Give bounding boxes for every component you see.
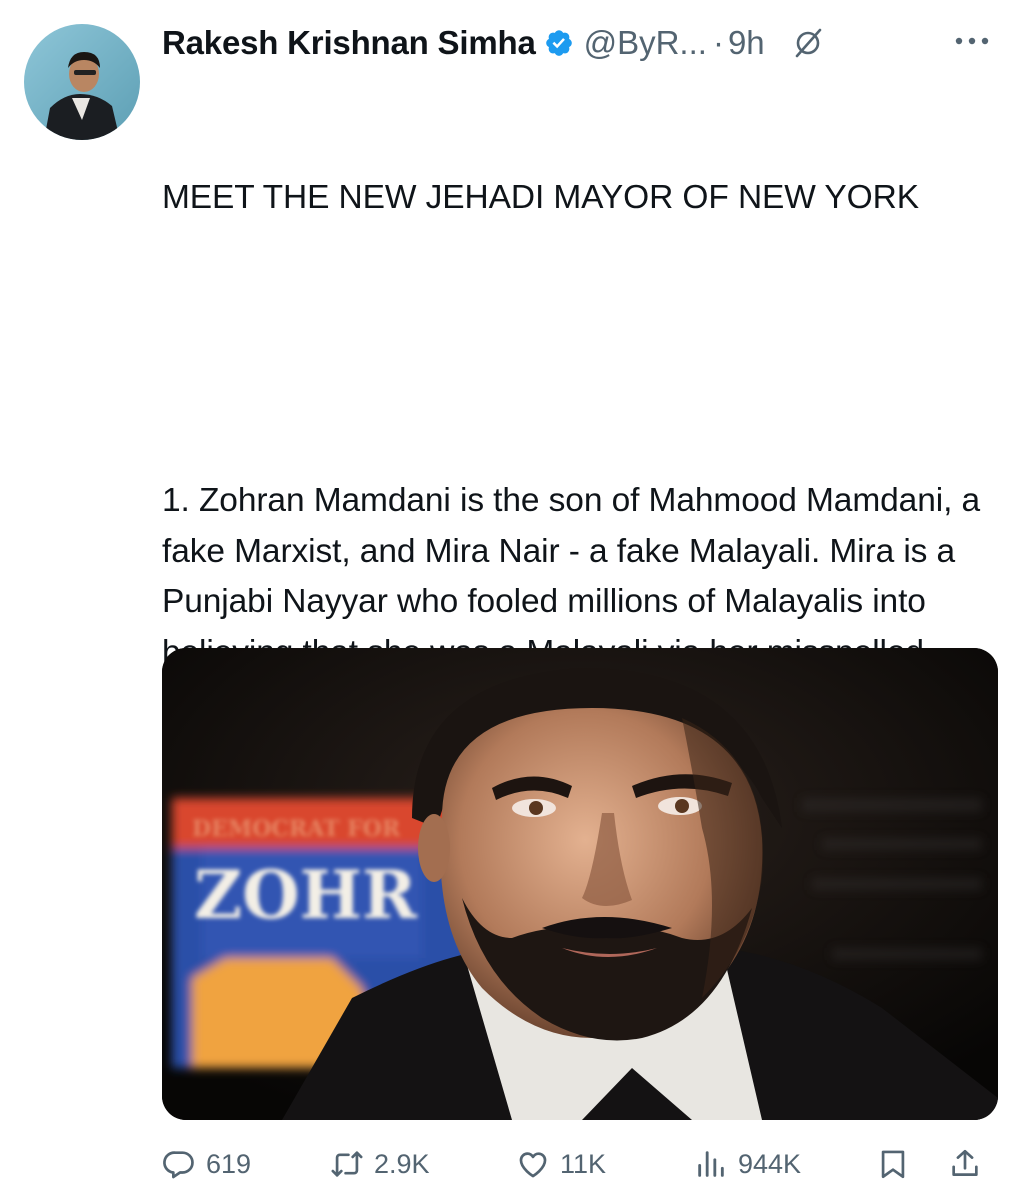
heart-icon xyxy=(519,1152,547,1178)
reply-icon xyxy=(163,1151,194,1179)
tweet-header: Rakesh Krishnan Simha @ByR... · 9h xyxy=(162,20,823,66)
views-button[interactable]: 944K xyxy=(694,1140,801,1188)
bookmark-button[interactable] xyxy=(876,1140,910,1188)
retweet-icon xyxy=(331,1151,363,1177)
retweet-count: 2.9K xyxy=(374,1148,430,1179)
bookmark-icon xyxy=(881,1150,905,1179)
handle[interactable]: @ByR... xyxy=(584,24,707,62)
display-name[interactable]: Rakesh Krishnan Simha xyxy=(162,24,536,62)
reply-count: 619 xyxy=(206,1148,252,1179)
views-count: 944K xyxy=(738,1148,802,1179)
retweet-button[interactable]: 2.9K xyxy=(330,1140,430,1188)
avatar[interactable] xyxy=(24,24,140,140)
tweet-headline: MEET THE NEW JEHADI MAYOR OF NEW YORK xyxy=(162,179,919,216)
tweet-media-image[interactable]: DEMOCRAT FOR ZOHR xyxy=(162,648,998,1120)
analytics-icon xyxy=(698,1151,724,1177)
sign-text: ZOHR xyxy=(194,856,418,934)
more-icon[interactable] xyxy=(950,34,994,48)
tweet-spacer: ​ xyxy=(162,325,1007,376)
reply-button[interactable]: 619 xyxy=(162,1140,251,1188)
timestamp[interactable]: 9h xyxy=(728,24,765,62)
tweet[interactable]: Rakesh Krishnan Simha @ByR... · 9h MEET … xyxy=(0,0,1021,1200)
verified-badge-icon[interactable] xyxy=(544,28,574,58)
tweet-actions: 619 2.9K 11K 944K xyxy=(162,1140,998,1188)
sign-top-text: DEMOCRAT FOR xyxy=(192,816,401,842)
separator-dot: · xyxy=(712,24,724,61)
share-icon xyxy=(952,1149,978,1176)
like-count: 11K xyxy=(560,1148,607,1179)
like-button[interactable]: 11K xyxy=(516,1140,606,1188)
grok-icon[interactable] xyxy=(793,28,823,58)
share-button[interactable] xyxy=(948,1140,982,1188)
